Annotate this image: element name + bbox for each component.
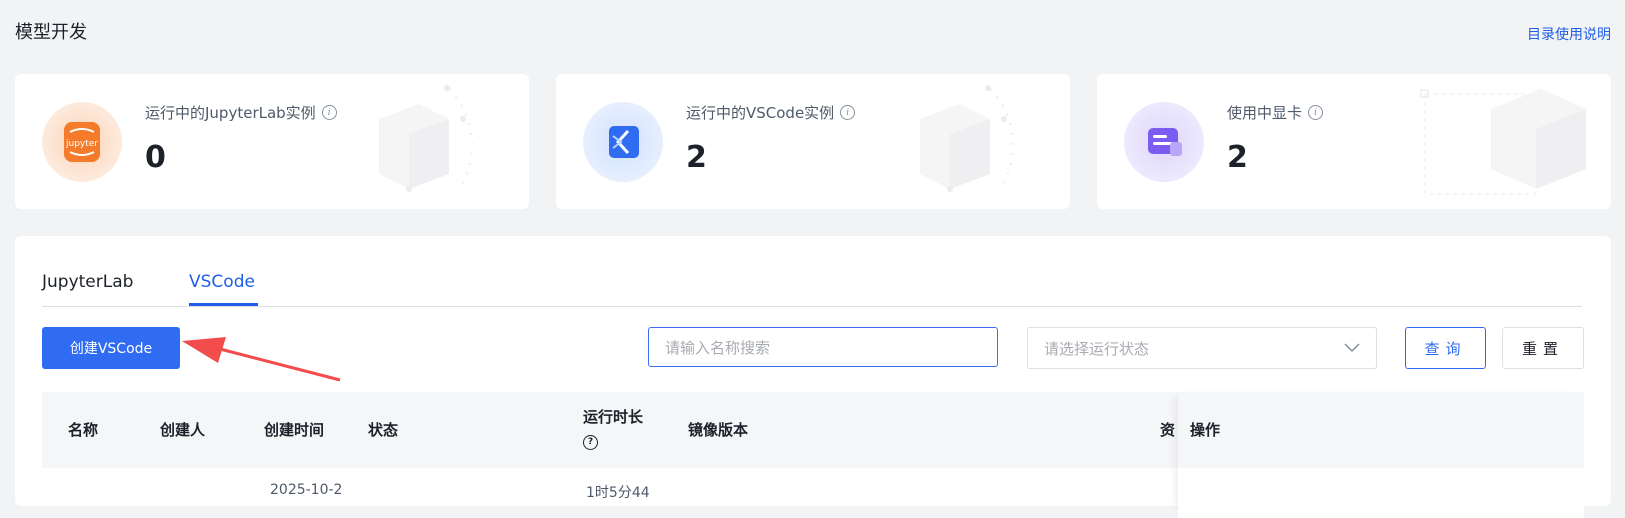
tab-bar: JupyterLab VSCode: [42, 236, 1582, 307]
cube-decoration-icon: [920, 85, 1015, 192]
vscode-icon: [583, 102, 663, 182]
tab-jupyterlab[interactable]: JupyterLab: [42, 272, 133, 292]
reset-button[interactable]: 重置: [1502, 327, 1584, 369]
jupyter-icon-text: jupyter: [65, 139, 98, 149]
red-arrow-annotation-icon: [182, 337, 341, 382]
stat-label-jupyterlab: 运行中的JupyterLab实例 i: [145, 102, 337, 123]
help-icon[interactable]: ?: [583, 434, 598, 450]
info-icon[interactable]: i: [1308, 105, 1324, 120]
tab-vscode[interactable]: VSCode: [189, 272, 255, 292]
column-header-name: 名称: [68, 421, 99, 439]
column-header-created-time: 创建时间: [264, 421, 325, 439]
stat-value-vscode: 2: [686, 140, 707, 175]
query-button[interactable]: 查询: [1405, 327, 1486, 369]
column-header-operations: 操作: [1190, 421, 1221, 439]
search-input-placeholder: 请输入名称搜索: [665, 338, 771, 357]
page-title: 模型开发: [15, 22, 87, 43]
table-cell-created-time: 2025-10-2: [270, 482, 343, 498]
search-input[interactable]: 请输入名称搜索: [648, 327, 998, 367]
table-cell-duration: 1时5分44: [586, 485, 650, 501]
operations-cell: [1178, 468, 1584, 518]
status-select-placeholder: 请选择运行状态: [1044, 339, 1150, 358]
stat-card-jupyterlab: jupyter 运行中的JupyterLab实例 i 0: [15, 74, 529, 209]
help-link[interactable]: 目录使用说明: [1527, 24, 1611, 44]
stat-label-gpu: 使用中显卡 i: [1227, 102, 1324, 123]
column-header-status: 状态: [368, 421, 399, 439]
stat-value-gpu: 2: [1227, 140, 1248, 175]
column-header-creator: 创建人: [160, 421, 206, 439]
cube-decoration-icon: [379, 85, 474, 192]
jupyter-icon: jupyter: [42, 102, 122, 182]
operations-column: 操作: [1178, 392, 1584, 518]
column-header-image-version: 镜像版本: [688, 421, 749, 439]
chevron-down-icon: [1344, 343, 1360, 353]
tab-active-indicator: [189, 303, 258, 306]
gpu-card-icon: [1124, 102, 1204, 182]
stat-card-vscode: 运行中的VSCode实例 i 2: [556, 74, 1070, 209]
status-select[interactable]: 请选择运行状态: [1027, 327, 1377, 369]
stat-label-vscode: 运行中的VSCode实例 i: [686, 102, 856, 123]
box-decoration-icon: [1420, 89, 1586, 195]
column-header-duration: 运行时长 ?: [583, 406, 643, 450]
column-header-resource: 资: [1160, 421, 1176, 439]
create-vscode-button[interactable]: 创建VSCode: [42, 327, 180, 369]
stat-card-gpu: 使用中显卡 i 2: [1097, 74, 1611, 209]
stat-value-jupyterlab: 0: [145, 140, 166, 175]
info-icon[interactable]: i: [840, 105, 856, 120]
